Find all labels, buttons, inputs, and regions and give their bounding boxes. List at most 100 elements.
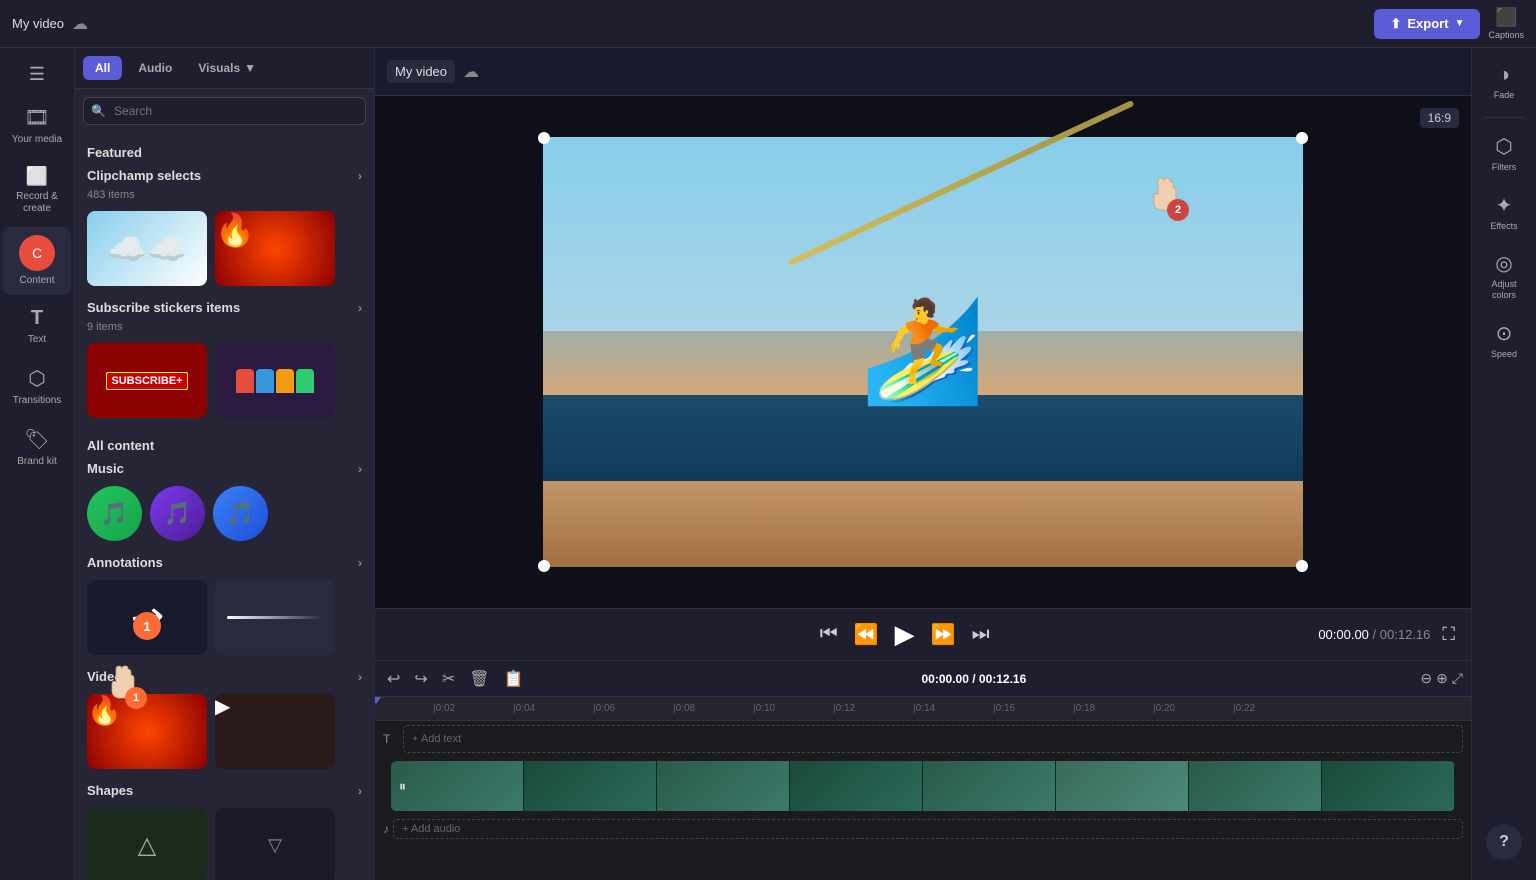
clipchamp-selects-grid: ☁️☁️ 🔥 bbox=[75, 207, 374, 298]
skip-back-button[interactable]: ⏮ bbox=[820, 623, 838, 646]
annotation-thumb-2[interactable] bbox=[215, 580, 335, 655]
sidebar-item-brand-kit[interactable]: 🏷 Brand kit bbox=[3, 419, 71, 476]
featured-section-header[interactable]: Featured bbox=[75, 137, 374, 166]
video-track[interactable]: ⏸ bbox=[391, 761, 1455, 811]
cut-button[interactable]: ✂ bbox=[438, 665, 459, 693]
add-text-track[interactable]: + Add text bbox=[403, 725, 1463, 753]
export-button[interactable]: ⬆ Export ▼ bbox=[1374, 9, 1480, 39]
shapes-section-header[interactable]: Shapes › bbox=[75, 781, 374, 804]
fade-icon: ◑ bbox=[1498, 64, 1510, 87]
speed-label: Speed bbox=[1491, 349, 1517, 360]
tl-time-sep: / bbox=[972, 672, 979, 686]
filters-panel-item[interactable]: ⬡ Filters bbox=[1475, 126, 1533, 181]
text-icon: T bbox=[31, 307, 43, 330]
sidebar-item-content[interactable]: C Content bbox=[3, 227, 71, 295]
sand-bg bbox=[543, 481, 1303, 567]
videos-grid: 🔥 ▶ bbox=[75, 690, 374, 781]
zoom-controls: ⊖ ⊕ ⤢ bbox=[1420, 670, 1463, 687]
zoom-in-button[interactable]: ⊕ bbox=[1436, 670, 1448, 687]
tab-audio[interactable]: Audio bbox=[126, 56, 184, 80]
clipchamp-thumb-2[interactable]: 🔥 bbox=[215, 211, 335, 286]
clipchamp-selects-header[interactable]: Clipchamp selects › bbox=[75, 166, 374, 189]
copy-button[interactable]: 📋 bbox=[500, 665, 528, 693]
ruler-mark-10: |0:20 bbox=[1153, 703, 1233, 714]
play-button[interactable]: ▶ bbox=[895, 619, 915, 650]
sidebar-item-transitions[interactable]: ⬡ Transitions bbox=[3, 358, 71, 415]
add-audio-track[interactable]: + Add audio bbox=[393, 819, 1463, 839]
audio-track-icon: ♪ bbox=[383, 822, 389, 836]
tab-all[interactable]: All bbox=[83, 56, 122, 80]
video-area: My video ☁ ⤢ ⬜ ↩ ↔ ↕ ✂ 🎨 bbox=[375, 48, 1471, 880]
fit-view-button[interactable]: ⤢ bbox=[1452, 670, 1463, 687]
fullscreen-button[interactable]: ⛶ bbox=[1442, 624, 1455, 645]
shapes-label: Shapes bbox=[87, 783, 133, 798]
music-section-header[interactable]: Music › bbox=[75, 459, 374, 482]
video-icon: ▶ bbox=[215, 696, 230, 718]
music-thumb-2[interactable]: 🎵 bbox=[150, 486, 205, 541]
subscribe-sticker-thumb-2[interactable] bbox=[215, 343, 335, 418]
timeline-ruler: |0:02 |0:04 |0:06 |0:08 |0:10 |0:12 |0:1… bbox=[375, 697, 1471, 721]
video-thumb-2[interactable]: ▶ bbox=[215, 694, 335, 769]
sidebar-item-label-content: Content bbox=[19, 275, 54, 287]
video-tab[interactable]: My video bbox=[387, 60, 455, 83]
export-dropdown-icon: ▼ bbox=[1455, 18, 1465, 29]
speed-panel-item[interactable]: ⊙ Speed bbox=[1475, 313, 1533, 368]
subscribe-stickers-grid: SUBSCRIBE+ bbox=[75, 339, 374, 430]
rewind-button[interactable]: ⏪ bbox=[854, 622, 879, 647]
adjust-colors-panel-item[interactable]: ◎ Adjustcolors bbox=[1475, 243, 1533, 309]
bell-blue bbox=[256, 369, 274, 393]
annotations-chevron: › bbox=[358, 556, 362, 570]
aspect-ratio-badge[interactable]: 16:9 bbox=[1420, 108, 1459, 128]
music-thumb-1[interactable]: 🎵 bbox=[87, 486, 142, 541]
frame-6 bbox=[1056, 761, 1189, 811]
effects-icon: ✦ bbox=[1496, 193, 1513, 218]
help-button[interactable]: ? bbox=[1486, 824, 1522, 860]
delete-button[interactable]: 🗑 bbox=[465, 665, 493, 693]
clipchamp-thumb-1[interactable]: ☁️☁️ bbox=[87, 211, 207, 286]
help-area: ? bbox=[1486, 372, 1522, 872]
captions-button[interactable]: ⬛ Captions bbox=[1488, 7, 1524, 40]
corner-handle-tr[interactable] bbox=[1296, 132, 1308, 144]
shape-thumb-1[interactable]: △ bbox=[87, 808, 207, 880]
effects-panel-item[interactable]: ✦ Effects bbox=[1475, 185, 1533, 240]
undo-button[interactable]: ↩ bbox=[383, 665, 404, 693]
bell-green bbox=[296, 369, 314, 393]
videos-chevron: › bbox=[358, 670, 362, 684]
music-label: Music bbox=[87, 461, 124, 476]
right-panel: ◑ Fade ⬡ Filters ✦ Effects ◎ Adjustcolor… bbox=[1471, 48, 1536, 880]
fast-forward-button[interactable]: ⏩ bbox=[931, 622, 956, 647]
hamburger-menu[interactable]: ☰ bbox=[21, 56, 53, 93]
videos-section-header[interactable]: Videos › bbox=[75, 667, 374, 690]
sidebar-item-your-media[interactable]: 🎞 Your media bbox=[3, 97, 71, 154]
search-input[interactable] bbox=[83, 97, 366, 125]
subscribe-stickers-label: Subscribe stickers items bbox=[87, 300, 240, 315]
skip-forward-button[interactable]: ⏭ bbox=[972, 623, 990, 646]
sidebar-item-record-create[interactable]: ⬜ Record &create bbox=[3, 158, 71, 223]
corner-handle-br[interactable] bbox=[1296, 560, 1308, 572]
tab-visuals[interactable]: Visuals ▼ bbox=[188, 56, 266, 80]
ruler-mark-4: |0:08 bbox=[673, 703, 753, 714]
cursor-indicator-1: 1 bbox=[133, 612, 161, 640]
sidebar-item-label-transitions: Transitions bbox=[13, 395, 62, 407]
video-header: My video ☁ bbox=[375, 48, 1471, 96]
track-pause-icon: ⏸ bbox=[399, 778, 406, 795]
effects-label: Effects bbox=[1490, 221, 1517, 232]
subscribe-stickers-header[interactable]: Subscribe stickers items › bbox=[75, 298, 374, 321]
all-content-header[interactable]: All content bbox=[75, 430, 374, 459]
music-thumb-3[interactable]: 🎵 bbox=[213, 486, 268, 541]
annotations-section-header[interactable]: Annotations › bbox=[75, 553, 374, 576]
corner-handle-bl[interactable] bbox=[538, 560, 550, 572]
fade-panel-item[interactable]: ◑ Fade bbox=[1475, 56, 1533, 109]
featured-label: Featured bbox=[87, 145, 142, 160]
redo-button[interactable]: ↪ bbox=[410, 665, 431, 693]
shape-thumb-2[interactable]: ▽ bbox=[215, 808, 335, 880]
zoom-out-button[interactable]: ⊖ bbox=[1420, 670, 1432, 687]
video-track-frames bbox=[391, 761, 1455, 811]
subscribe-sticker-thumb-1[interactable]: SUBSCRIBE+ bbox=[87, 343, 207, 418]
adjust-colors-icon: ◎ bbox=[1495, 251, 1512, 276]
main-layout: ☰ 🎞 Your media ⬜ Record &create C Conten… bbox=[0, 48, 1536, 880]
corner-handle-tl[interactable] bbox=[538, 132, 550, 144]
video-thumb-1[interactable]: 🔥 bbox=[87, 694, 207, 769]
tl-current-time: 00:00.00 bbox=[922, 672, 969, 686]
sidebar-item-text[interactable]: T Text bbox=[3, 299, 71, 354]
